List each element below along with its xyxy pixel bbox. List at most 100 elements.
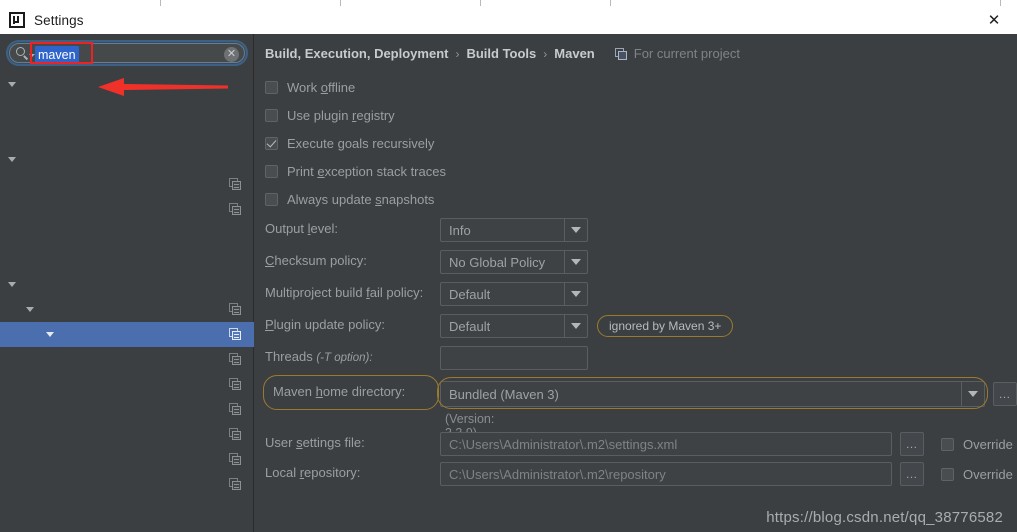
plugin-update-policy-label: Plugin update policy: — [265, 317, 385, 332]
plugin-update-policy-combobox[interactable]: Default — [440, 314, 588, 338]
checkbox-label: Use plugin registry — [287, 108, 395, 123]
checksum-policy-label: Checksum policy: — [265, 253, 367, 268]
output-level-label: Output level: — [265, 221, 338, 236]
maven-home-label: Maven home directory: — [273, 384, 406, 399]
checkbox-input[interactable] — [265, 165, 278, 178]
sidebar-item-importing[interactable] — [0, 347, 254, 372]
local-repository-browse-button[interactable]: … — [900, 462, 924, 486]
intellij-idea-logo-icon — [9, 12, 25, 28]
settings-tree — [0, 72, 254, 532]
project-settings-icon — [229, 353, 242, 366]
local-repository-input[interactable]: C:\Users\Administrator\.m2\repository — [440, 462, 892, 486]
checkbox-label: Work offline — [287, 80, 356, 95]
sidebar-item-notifications[interactable] — [0, 97, 254, 122]
chevron-down-icon[interactable] — [564, 283, 587, 305]
chevron-down-icon[interactable] — [564, 219, 587, 241]
local-repository-override-label: Override — [963, 467, 1013, 482]
checkbox-input[interactable] — [265, 81, 278, 94]
checkbox-label: Execute goals recursively — [287, 136, 435, 151]
sidebar-item-inspections[interactable] — [0, 172, 254, 197]
sidebar-item-runner[interactable] — [0, 397, 254, 422]
checkbox-label: Print exception stack traces — [287, 164, 446, 179]
settings-dialog: Settings ✕ maven ✕ Build, Execution, Dep… — [0, 0, 1017, 532]
watermark: https://blog.csdn.net/qq_38776582 — [766, 509, 1003, 526]
user-settings-value: C:\Users\Administrator\.m2\settings.xml — [449, 436, 678, 452]
checkbox-input[interactable] — [265, 137, 278, 150]
sidebar-item-editor[interactable] — [0, 147, 254, 172]
checkbox-input[interactable] — [265, 109, 278, 122]
multiproject-fail-policy-value: Default — [449, 286, 491, 302]
clear-search-icon[interactable]: ✕ — [224, 47, 239, 62]
sidebar-item-file-and-code-templates[interactable] — [0, 197, 254, 222]
twisty-expanded-icon[interactable] — [8, 82, 16, 87]
output-level-value: Info — [449, 222, 471, 238]
chevron-down-icon[interactable] — [961, 382, 984, 406]
project-settings-icon — [229, 328, 242, 341]
sidebar-item-build-tools[interactable] — [0, 297, 254, 322]
scope-label: For current project — [633, 46, 740, 61]
sidebar-item-plugins[interactable] — [0, 247, 254, 272]
checkbox-execute-goals-recursively[interactable]: Execute goals recursively — [265, 136, 434, 151]
checkbox-input[interactable] — [265, 193, 278, 206]
checkbox-use-plugin-registry[interactable]: Use plugin registry — [265, 108, 395, 123]
settings-content: Build, Execution, Deployment › Build Too… — [255, 34, 1017, 532]
sidebar-item-live-templates[interactable] — [0, 222, 254, 247]
project-settings-icon — [229, 203, 242, 216]
multiproject-fail-policy-label: Multiproject build fail policy: — [265, 285, 424, 300]
project-settings-icon — [229, 428, 242, 441]
local-repository-override-checkbox[interactable] — [941, 468, 954, 481]
maven-home-browse-button[interactable]: … — [993, 382, 1017, 406]
sidebar-item-running-tests[interactable] — [0, 422, 254, 447]
plugin-update-policy-value: Default — [449, 318, 491, 334]
twisty-expanded-icon[interactable] — [26, 307, 34, 312]
checkbox-print-exception-stack-traces[interactable]: Print exception stack traces — [265, 164, 446, 179]
maven-home-value: Bundled (Maven 3) — [449, 386, 559, 402]
local-repository-override[interactable]: Override — [941, 467, 1013, 482]
checksum-policy-value: No Global Policy — [449, 254, 546, 270]
search-input[interactable]: maven ✕ — [6, 40, 248, 66]
sidebar-item-appearance-behavior[interactable] — [0, 72, 254, 97]
breadcrumb: Build, Execution, Deployment › Build Too… — [265, 46, 740, 61]
checkbox-label: Always update snapshots — [287, 192, 435, 207]
threads-input[interactable] — [440, 346, 588, 370]
sidebar-item-build-execution-deployment[interactable] — [0, 272, 254, 297]
user-settings-override-checkbox[interactable] — [941, 438, 954, 451]
search-input-value: maven — [35, 46, 79, 64]
project-settings-icon — [229, 378, 242, 391]
checksum-policy-combobox[interactable]: No Global Policy — [440, 250, 588, 274]
breadcrumb-separator: › — [543, 46, 548, 61]
threads-label: Threads (-T option): — [265, 349, 373, 364]
sidebar-item-maven[interactable] — [0, 322, 254, 347]
output-level-combobox[interactable]: Info — [440, 218, 588, 242]
window-title: Settings — [34, 12, 84, 28]
user-settings-input[interactable]: C:\Users\Administrator\.m2\settings.xml — [440, 432, 892, 456]
scope-indicator: For current project — [614, 46, 740, 61]
project-settings-icon — [229, 403, 242, 416]
breadcrumb-item-1: Build, Execution, Deployment — [265, 46, 449, 61]
user-settings-label: User settings file: — [265, 435, 365, 450]
twisty-expanded-icon[interactable] — [46, 332, 54, 337]
sidebar-item-ignored-files[interactable] — [0, 372, 254, 397]
checkbox-work-offline[interactable]: Work offline — [265, 80, 355, 95]
close-window-icon[interactable]: ✕ — [971, 6, 1017, 34]
user-settings-browse-button[interactable]: … — [900, 432, 924, 456]
twisty-expanded-icon[interactable] — [8, 157, 16, 162]
chevron-down-icon[interactable] — [564, 251, 587, 273]
user-settings-override-label: Override — [963, 437, 1013, 452]
sidebar-item-remote-jar-repositories[interactable] — [0, 472, 254, 497]
project-settings-icon — [229, 478, 242, 491]
project-settings-icon — [229, 453, 242, 466]
chevron-down-icon[interactable] — [564, 315, 587, 337]
sidebar-item-keymap[interactable] — [0, 122, 254, 147]
checkbox-always-update-snapshots[interactable]: Always update snapshots — [265, 192, 434, 207]
project-scope-icon — [614, 47, 628, 60]
sidebar-item-repositories[interactable] — [0, 447, 254, 472]
local-repository-label: Local repository: — [265, 465, 361, 480]
project-settings-icon — [229, 303, 242, 316]
multiproject-fail-policy-combobox[interactable]: Default — [440, 282, 588, 306]
maven-home-combobox[interactable]: Bundled (Maven 3) — [440, 381, 985, 407]
user-settings-override[interactable]: Override — [941, 437, 1013, 452]
breadcrumb-separator: › — [455, 46, 460, 61]
ignored-by-maven-badge: ignored by Maven 3+ — [597, 315, 734, 337]
twisty-expanded-icon[interactable] — [8, 282, 16, 287]
